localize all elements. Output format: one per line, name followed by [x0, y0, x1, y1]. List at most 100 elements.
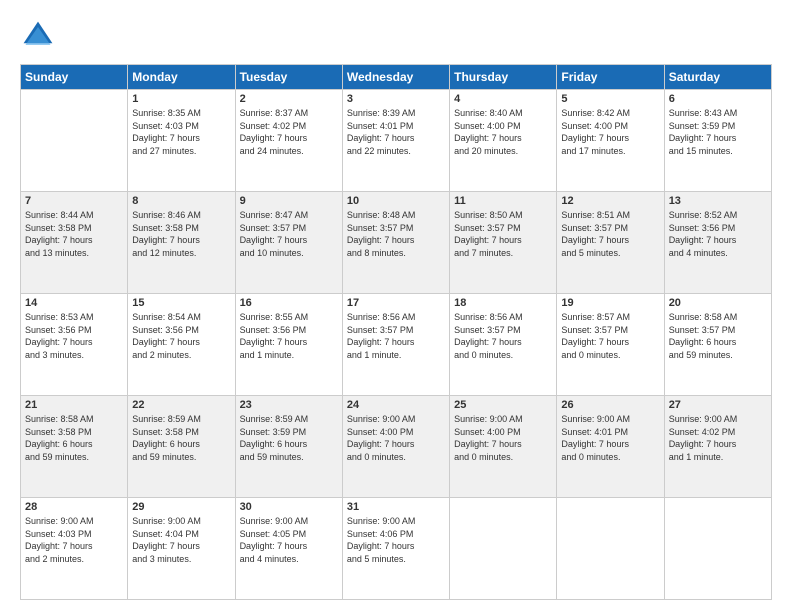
day-number: 26: [561, 399, 659, 411]
day-number: 21: [25, 399, 123, 411]
day-header-saturday: Saturday: [664, 65, 771, 90]
calendar-cell: 2 Sunrise: 8:37 AM Sunset: 4:02 PM Daylig…: [235, 90, 342, 192]
calendar-cell: 3 Sunrise: 8:39 AM Sunset: 4:01 PM Daylig…: [342, 90, 449, 192]
calendar-cell: 7Sunrise: 8:44 AM Sunset: 3:58 PM Daylig…: [21, 192, 128, 294]
day-header-tuesday: Tuesday: [235, 65, 342, 90]
day-number: 14: [25, 297, 123, 309]
calendar-cell: 11 Sunrise: 8:50 AM Sunset: 3:57 PM Dayli…: [450, 192, 557, 294]
calendar-cell: 31Sunrise: 9:00 AM Sunset: 4:06 PM Dayli…: [342, 498, 449, 600]
calendar-cell: 14 Sunrise: 8:53 AM Sunset: 3:56 PM Dayli…: [21, 294, 128, 396]
calendar-cell: [21, 90, 128, 192]
day-number: 23: [240, 399, 338, 411]
day-number: 15: [132, 297, 230, 309]
day-number: 5: [561, 93, 659, 105]
day-info: Sunrise: 8:40 AM Sunset: 4:00 PM Dayligh…: [454, 107, 552, 157]
day-info: Sunrise: 8:56 AM Sunset: 3:57 PM Dayligh…: [347, 311, 445, 361]
calendar-week-row: 7Sunrise: 8:44 AM Sunset: 3:58 PM Daylig…: [21, 192, 772, 294]
day-number: 3: [347, 93, 445, 105]
day-info: Sunrise: 8:39 AM Sunset: 4:01 PM Dayligh…: [347, 107, 445, 157]
calendar-cell: 1 Sunrise: 8:35 AM Sunset: 4:03 PM Daylig…: [128, 90, 235, 192]
calendar-cell: 9 Sunrise: 8:47 AM Sunset: 3:57 PM Daylig…: [235, 192, 342, 294]
day-number: 22: [132, 399, 230, 411]
calendar-cell: 29 Sunrise: 9:00 AM Sunset: 4:04 PM Dayli…: [128, 498, 235, 600]
day-info: Sunrise: 8:53 AM Sunset: 3:56 PM Dayligh…: [25, 311, 123, 361]
calendar: SundayMondayTuesdayWednesdayThursdayFrid…: [20, 64, 772, 600]
day-number: 20: [669, 297, 767, 309]
day-info: Sunrise: 8:47 AM Sunset: 3:57 PM Dayligh…: [240, 209, 338, 259]
calendar-week-row: 21Sunrise: 8:58 AM Sunset: 3:58 PM Dayli…: [21, 396, 772, 498]
calendar-cell: 26 Sunrise: 9:00 AM Sunset: 4:01 PM Dayli…: [557, 396, 664, 498]
day-number: 29: [132, 501, 230, 513]
day-number: 16: [240, 297, 338, 309]
calendar-cell: 5 Sunrise: 8:42 AM Sunset: 4:00 PM Daylig…: [557, 90, 664, 192]
day-info: Sunrise: 8:50 AM Sunset: 3:57 PM Dayligh…: [454, 209, 552, 259]
calendar-cell: 16 Sunrise: 8:55 AM Sunset: 3:56 PM Dayli…: [235, 294, 342, 396]
day-info: Sunrise: 8:57 AM Sunset: 3:57 PM Dayligh…: [561, 311, 659, 361]
calendar-cell: 10Sunrise: 8:48 AM Sunset: 3:57 PM Dayli…: [342, 192, 449, 294]
day-info: Sunrise: 8:37 AM Sunset: 4:02 PM Dayligh…: [240, 107, 338, 157]
day-info: Sunrise: 8:58 AM Sunset: 3:57 PM Dayligh…: [669, 311, 767, 361]
day-info: Sunrise: 8:42 AM Sunset: 4:00 PM Dayligh…: [561, 107, 659, 157]
calendar-cell: [664, 498, 771, 600]
calendar-cell: 23 Sunrise: 8:59 AM Sunset: 3:59 PM Dayli…: [235, 396, 342, 498]
day-info: Sunrise: 8:48 AM Sunset: 3:57 PM Dayligh…: [347, 209, 445, 259]
calendar-cell: 6Sunrise: 8:43 AM Sunset: 3:59 PM Daylig…: [664, 90, 771, 192]
day-info: Sunrise: 9:00 AM Sunset: 4:04 PM Dayligh…: [132, 515, 230, 565]
calendar-cell: 19 Sunrise: 8:57 AM Sunset: 3:57 PM Dayli…: [557, 294, 664, 396]
day-info: Sunrise: 8:55 AM Sunset: 3:56 PM Dayligh…: [240, 311, 338, 361]
day-number: 19: [561, 297, 659, 309]
calendar-cell: 20 Sunrise: 8:58 AM Sunset: 3:57 PM Dayli…: [664, 294, 771, 396]
day-number: 30: [240, 501, 338, 513]
day-info: Sunrise: 9:00 AM Sunset: 4:03 PM Dayligh…: [25, 515, 123, 565]
calendar-cell: 15Sunrise: 8:54 AM Sunset: 3:56 PM Dayli…: [128, 294, 235, 396]
day-number: 7: [25, 195, 123, 207]
calendar-cell: 25Sunrise: 9:00 AM Sunset: 4:00 PM Dayli…: [450, 396, 557, 498]
calendar-week-row: 28 Sunrise: 9:00 AM Sunset: 4:03 PM Dayli…: [21, 498, 772, 600]
day-info: Sunrise: 8:52 AM Sunset: 3:56 PM Dayligh…: [669, 209, 767, 259]
calendar-cell: [557, 498, 664, 600]
day-header-thursday: Thursday: [450, 65, 557, 90]
day-number: 9: [240, 195, 338, 207]
day-number: 1: [132, 93, 230, 105]
day-number: 18: [454, 297, 552, 309]
logo-icon: [20, 18, 56, 54]
calendar-cell: 8 Sunrise: 8:46 AM Sunset: 3:58 PM Daylig…: [128, 192, 235, 294]
calendar-cell: 27Sunrise: 9:00 AM Sunset: 4:02 PM Dayli…: [664, 396, 771, 498]
day-number: 24: [347, 399, 445, 411]
day-number: 13: [669, 195, 767, 207]
day-number: 28: [25, 501, 123, 513]
day-number: 4: [454, 93, 552, 105]
day-info: Sunrise: 8:59 AM Sunset: 3:59 PM Dayligh…: [240, 413, 338, 463]
calendar-header-row: SundayMondayTuesdayWednesdayThursdayFrid…: [21, 65, 772, 90]
header: [20, 18, 772, 54]
calendar-cell: 4 Sunrise: 8:40 AM Sunset: 4:00 PM Daylig…: [450, 90, 557, 192]
calendar-cell: 12Sunrise: 8:51 AM Sunset: 3:57 PM Dayli…: [557, 192, 664, 294]
logo: [20, 18, 62, 54]
day-header-friday: Friday: [557, 65, 664, 90]
day-info: Sunrise: 8:35 AM Sunset: 4:03 PM Dayligh…: [132, 107, 230, 157]
calendar-cell: 18 Sunrise: 8:56 AM Sunset: 3:57 PM Dayli…: [450, 294, 557, 396]
day-info: Sunrise: 8:59 AM Sunset: 3:58 PM Dayligh…: [132, 413, 230, 463]
day-number: 2: [240, 93, 338, 105]
day-info: Sunrise: 8:56 AM Sunset: 3:57 PM Dayligh…: [454, 311, 552, 361]
day-info: Sunrise: 8:43 AM Sunset: 3:59 PM Dayligh…: [669, 107, 767, 157]
day-info: Sunrise: 9:00 AM Sunset: 4:01 PM Dayligh…: [561, 413, 659, 463]
day-header-monday: Monday: [128, 65, 235, 90]
day-header-wednesday: Wednesday: [342, 65, 449, 90]
day-header-sunday: Sunday: [21, 65, 128, 90]
calendar-cell: 28 Sunrise: 9:00 AM Sunset: 4:03 PM Dayli…: [21, 498, 128, 600]
day-info: Sunrise: 9:00 AM Sunset: 4:00 PM Dayligh…: [347, 413, 445, 463]
calendar-cell: 13 Sunrise: 8:52 AM Sunset: 3:56 PM Dayli…: [664, 192, 771, 294]
day-number: 27: [669, 399, 767, 411]
day-number: 11: [454, 195, 552, 207]
calendar-cell: 22 Sunrise: 8:59 AM Sunset: 3:58 PM Dayli…: [128, 396, 235, 498]
calendar-cell: 21Sunrise: 8:58 AM Sunset: 3:58 PM Dayli…: [21, 396, 128, 498]
page: SundayMondayTuesdayWednesdayThursdayFrid…: [0, 0, 792, 612]
day-number: 17: [347, 297, 445, 309]
calendar-cell: 24 Sunrise: 9:00 AM Sunset: 4:00 PM Dayli…: [342, 396, 449, 498]
calendar-week-row: 1 Sunrise: 8:35 AM Sunset: 4:03 PM Daylig…: [21, 90, 772, 192]
day-number: 25: [454, 399, 552, 411]
calendar-cell: [450, 498, 557, 600]
day-info: Sunrise: 8:46 AM Sunset: 3:58 PM Dayligh…: [132, 209, 230, 259]
day-number: 8: [132, 195, 230, 207]
